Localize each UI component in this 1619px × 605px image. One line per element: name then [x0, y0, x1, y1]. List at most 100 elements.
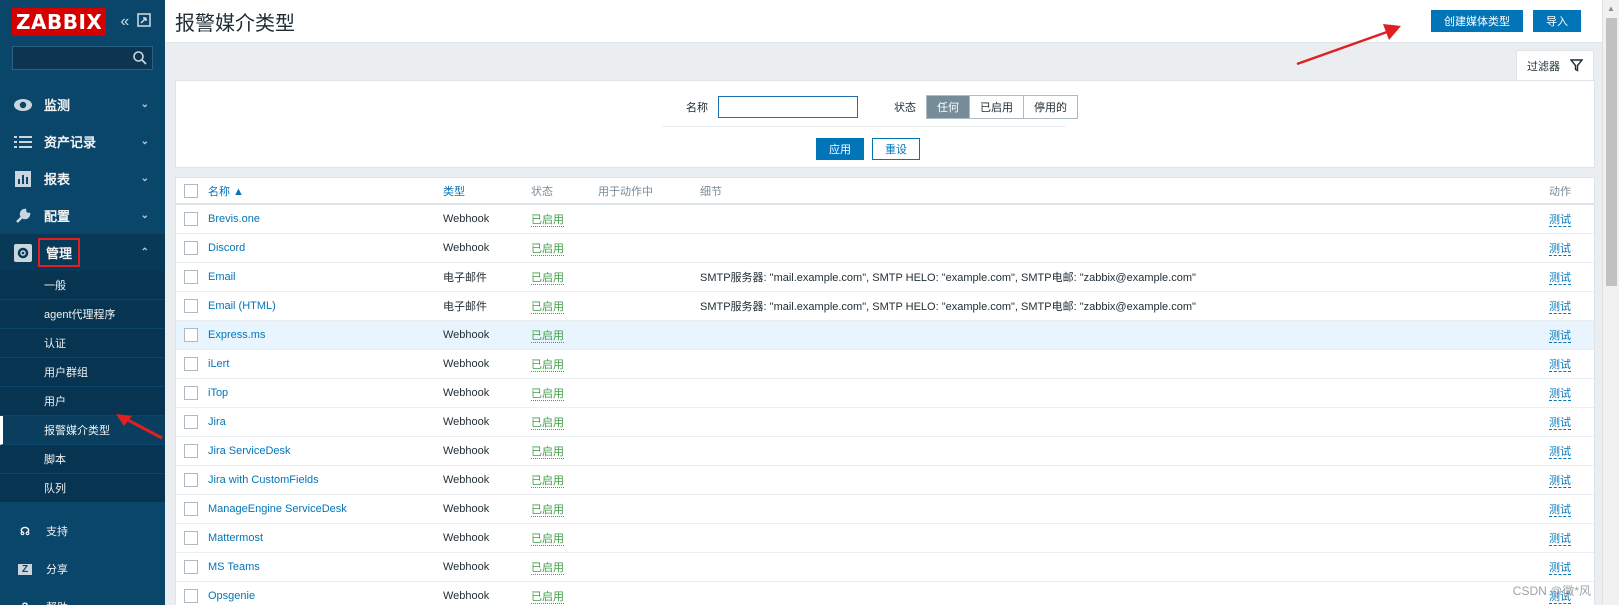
search-icon[interactable] [132, 50, 148, 66]
status-toggle-link[interactable]: 已启用 [531, 474, 564, 488]
test-link[interactable]: 测试 [1549, 242, 1571, 256]
row-checkbox[interactable] [184, 443, 198, 458]
reset-button[interactable]: 重设 [872, 138, 920, 160]
media-type-name-link[interactable]: iTop [208, 387, 228, 399]
media-type-name-link[interactable]: MS Teams [208, 561, 260, 573]
menu-item-reports[interactable]: 报表 ⌄ [0, 160, 165, 197]
menu-item-help[interactable]: ? 帮助 [0, 588, 165, 605]
test-link[interactable]: 测试 [1549, 445, 1571, 459]
page-scrollbar[interactable]: ▲ [1602, 0, 1619, 605]
test-link[interactable]: 测试 [1549, 474, 1571, 488]
action-cell: 测试 [1549, 349, 1594, 379]
row-checkbox[interactable] [184, 327, 198, 342]
status-toggle-link[interactable]: 已启用 [531, 532, 564, 546]
status-option-disabled[interactable]: 停用的 [1024, 96, 1077, 118]
action-cell: 测试 [1549, 291, 1594, 321]
sort-by-type-link[interactable]: 类型 [443, 186, 465, 198]
row-checkbox[interactable] [184, 530, 198, 545]
row-checkbox[interactable] [184, 559, 198, 574]
test-link[interactable]: 测试 [1549, 329, 1571, 343]
media-type-name-link[interactable]: Mattermost [208, 532, 263, 544]
media-type-name-link[interactable]: Brevis.one [208, 213, 260, 225]
test-link[interactable]: 测试 [1549, 561, 1571, 575]
media-type-name-link[interactable]: Email [208, 271, 236, 283]
details-cell [700, 581, 1549, 605]
submenu-item-authentication[interactable]: 认证 [0, 329, 165, 358]
test-link[interactable]: 测试 [1549, 300, 1571, 314]
row-checkbox[interactable] [184, 588, 198, 603]
kiosk-mode-icon[interactable] [137, 12, 151, 32]
status-toggle-link[interactable]: 已启用 [531, 561, 564, 575]
row-checkbox[interactable] [184, 472, 198, 487]
status-cell: 已启用 [531, 407, 598, 437]
scroll-up-arrow-icon[interactable]: ▲ [1607, 4, 1615, 13]
media-type-name-link[interactable]: Jira with CustomFields [208, 474, 319, 486]
status-option-enabled[interactable]: 已启用 [970, 96, 1024, 118]
test-link[interactable]: 测试 [1549, 271, 1571, 285]
status-cell: 已启用 [531, 465, 598, 495]
filter-name-input[interactable] [718, 96, 858, 118]
media-type-name-link[interactable]: ManageEngine ServiceDesk [208, 503, 347, 515]
test-link[interactable]: 测试 [1549, 387, 1571, 401]
media-type-name-link[interactable]: Jira ServiceDesk [208, 445, 291, 457]
row-checkbox[interactable] [184, 269, 198, 284]
test-link[interactable]: 测试 [1549, 358, 1571, 372]
apply-button[interactable]: 应用 [816, 138, 864, 160]
create-media-type-button[interactable]: 创建媒体类型 [1431, 10, 1523, 32]
media-type-name-link[interactable]: Opsgenie [208, 590, 255, 602]
table-row: Jira with CustomFields Webhook 已启用 测试 [176, 465, 1594, 495]
menu-item-monitoring[interactable]: 监测 ⌄ [0, 86, 165, 123]
row-checkbox[interactable] [184, 356, 198, 371]
sort-by-name-link[interactable]: 名称 ▲ [208, 186, 244, 198]
status-toggle-link[interactable]: 已启用 [531, 387, 564, 401]
row-checkbox[interactable] [184, 385, 198, 400]
row-checkbox[interactable] [184, 240, 198, 255]
test-link[interactable]: 测试 [1549, 416, 1571, 430]
type-cell: 电子邮件 [443, 291, 531, 321]
menu-item-share[interactable]: Z 分享 [0, 550, 165, 588]
menu-item-inventory[interactable]: 资产记录 ⌄ [0, 123, 165, 160]
menu-item-configuration[interactable]: 配置 ⌄ [0, 197, 165, 234]
status-toggle-link[interactable]: 已启用 [531, 445, 564, 459]
name-cell: iTop [208, 378, 443, 408]
submenu-item-queue[interactable]: 队列 [0, 474, 165, 503]
status-toggle-link[interactable]: 已启用 [531, 329, 564, 343]
submenu-item-proxies[interactable]: agent代理程序 [0, 300, 165, 329]
row-checkbox[interactable] [184, 298, 198, 313]
status-toggle-link[interactable]: 已启用 [531, 242, 564, 256]
status-toggle-link[interactable]: 已启用 [531, 213, 564, 227]
status-toggle-link[interactable]: 已启用 [531, 300, 564, 314]
status-option-any[interactable]: 任何 [927, 96, 970, 118]
menu-item-support[interactable]: ☊ 支持 [0, 512, 165, 550]
media-type-name-link[interactable]: Email (HTML) [208, 300, 276, 312]
status-toggle-link[interactable]: 已启用 [531, 590, 564, 604]
row-checkbox[interactable] [184, 211, 198, 226]
row-checkbox[interactable] [184, 414, 198, 429]
menu-item-administration[interactable]: 管理 ⌃ [0, 234, 165, 271]
row-checkbox[interactable] [184, 501, 198, 516]
double-chevron-left-icon[interactable]: « [120, 13, 129, 32]
filter-tab[interactable]: 过滤器 [1516, 50, 1594, 80]
import-button[interactable]: 导入 [1533, 10, 1581, 32]
submenu-item-scripts[interactable]: 脚本 [0, 445, 165, 474]
table-row: Email 电子邮件 已启用 SMTP服务器: "mail.example.com",… [176, 262, 1594, 292]
scroll-thumb[interactable] [1606, 18, 1617, 286]
status-toggle-link[interactable]: 已启用 [531, 358, 564, 372]
media-type-name-link[interactable]: iLert [208, 358, 229, 370]
zabbix-logo[interactable]: ZABBIX [12, 8, 107, 36]
test-link[interactable]: 测试 [1549, 213, 1571, 227]
test-link[interactable]: 测试 [1549, 532, 1571, 546]
test-link[interactable]: 测试 [1549, 503, 1571, 517]
status-toggle-link[interactable]: 已启用 [531, 503, 564, 517]
annotation-arrow-top [1296, 24, 1401, 66]
media-type-name-link[interactable]: Jira [208, 416, 226, 428]
media-type-name-link[interactable]: Discord [208, 242, 245, 254]
submenu-item-user-groups[interactable]: 用户群组 [0, 358, 165, 387]
list-icon [12, 133, 34, 151]
select-all-checkbox[interactable] [184, 183, 198, 198]
annotation-arrow-left [116, 414, 163, 440]
submenu-item-general[interactable]: 一般 [0, 271, 165, 300]
status-toggle-link[interactable]: 已启用 [531, 416, 564, 430]
media-type-name-link[interactable]: Express.ms [208, 329, 265, 341]
status-toggle-link[interactable]: 已启用 [531, 271, 564, 285]
